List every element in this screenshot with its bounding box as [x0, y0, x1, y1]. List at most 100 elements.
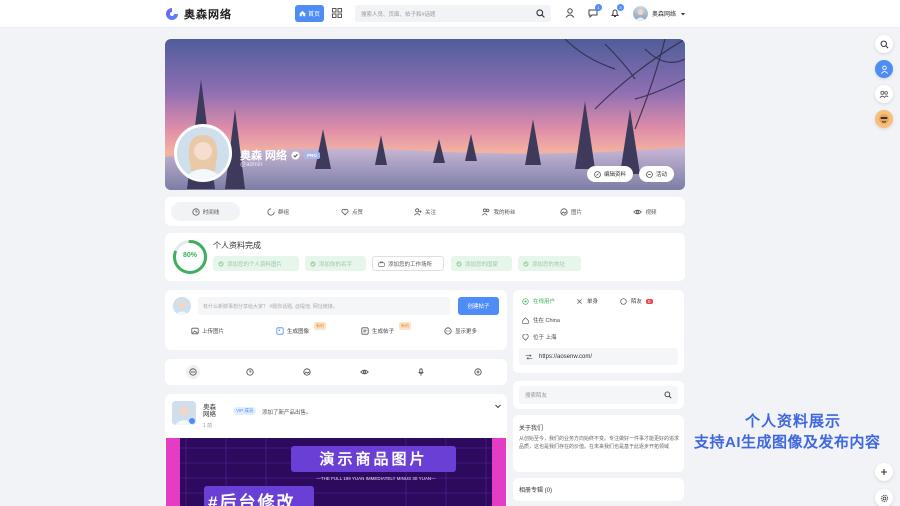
- filter-eye-icon[interactable]: [357, 365, 371, 379]
- friends-count-badge: 0: [646, 298, 653, 304]
- activity-button[interactable]: 活动: [639, 166, 675, 182]
- tab-videos[interactable]: 视频: [627, 202, 663, 221]
- logo-mark-icon: [166, 8, 178, 20]
- post-author-name[interactable]: 奥森 网络: [203, 404, 223, 418]
- tab-label: 关注: [424, 209, 436, 216]
- tab-timeline[interactable]: 时间线: [171, 202, 240, 221]
- relationship-icon: [577, 298, 582, 304]
- float-profile-icon[interactable]: [875, 60, 893, 78]
- create-post-button[interactable]: 创建帖子: [458, 297, 499, 315]
- verified-icon: [291, 150, 300, 160]
- post-action-text: 添加了新产品出售。: [262, 410, 312, 416]
- new-badge: 新的: [314, 322, 327, 330]
- completion-item-workplace[interactable]: 添加您的工作场所: [372, 256, 444, 271]
- float-emoji-icon[interactable]: [875, 110, 893, 128]
- logo-text: 奥森网络: [184, 9, 232, 21]
- tab-likes[interactable]: 点赞: [332, 202, 372, 221]
- tab-following[interactable]: 关注: [405, 202, 445, 221]
- search-input[interactable]: 搜索人员、页面、帖子和#话题: [355, 5, 551, 22]
- check-icon: [310, 260, 316, 267]
- float-settings-icon[interactable]: [875, 489, 893, 506]
- completion-item-label: 添加您的工作场所: [388, 261, 433, 268]
- avatar: [633, 6, 648, 21]
- image-icon: [560, 207, 568, 216]
- more-icon: [444, 327, 452, 335]
- profile-avatar[interactable]: [174, 124, 232, 182]
- home-button[interactable]: 首页: [295, 5, 324, 22]
- friend-search-input[interactable]: 搜索陌友: [519, 386, 678, 404]
- action-label: 显示更多: [455, 329, 478, 335]
- online-icon: [522, 297, 529, 305]
- user-menu-name: 奥森网络: [652, 12, 677, 18]
- post-author-avatar[interactable]: [172, 401, 196, 425]
- show-more-action[interactable]: 显示更多: [444, 327, 477, 335]
- search-icon[interactable]: [536, 9, 545, 18]
- search-icon[interactable]: [664, 391, 672, 399]
- friends-count[interactable]: 陌友 0: [620, 297, 653, 305]
- completion-item-photo[interactable]: 添加您的个人资料图片: [213, 256, 299, 271]
- chevron-down-icon[interactable]: [494, 402, 502, 410]
- about-title: 关于我们: [519, 426, 544, 432]
- completion-item-address[interactable]: 添加您的地址: [518, 256, 581, 271]
- feed-filter-bar: [165, 359, 507, 385]
- product-image-bottom-text: #后台修改: [208, 493, 296, 506]
- check-icon: [523, 260, 529, 267]
- filter-all-icon[interactable]: [186, 365, 200, 379]
- message-badge: 1: [595, 4, 602, 11]
- action-label: 上传图片: [202, 329, 225, 335]
- product-image-subtitle: —THE FULL 199 YUAN IMMEDIATELY MINUS 30 …: [316, 476, 436, 481]
- user-menu[interactable]: 奥森网络: [633, 6, 686, 21]
- float-search-icon[interactable]: [875, 35, 893, 53]
- action-label: 生成图像: [287, 329, 310, 335]
- completion-item-label: 添加您的地址: [532, 261, 566, 268]
- location: 位于 上海: [522, 333, 557, 341]
- float-friends-icon[interactable]: [875, 85, 893, 103]
- image-icon: [191, 327, 199, 335]
- completion-item-country[interactable]: 添加您的国家: [451, 256, 512, 271]
- briefcase-icon: [378, 261, 385, 267]
- ai-post-icon: [361, 327, 369, 335]
- check-icon: [456, 260, 462, 267]
- upload-image-action[interactable]: 上传图片: [191, 327, 224, 335]
- check-icon: [218, 260, 224, 267]
- profile-name-text: 奥森 网络: [240, 150, 288, 162]
- activity-label: 活动: [656, 172, 668, 178]
- filter-mic-icon[interactable]: [414, 365, 428, 379]
- completion-item-name[interactable]: 添加你的名字: [305, 256, 366, 271]
- float-plus-icon[interactable]: [875, 463, 893, 481]
- home-icon: [522, 316, 529, 324]
- tab-followers[interactable]: 我的粉丝: [476, 202, 522, 221]
- filter-plus-icon[interactable]: [471, 365, 485, 379]
- apps-grid-icon[interactable]: [330, 6, 344, 20]
- completion-item-label: 添加您的个人资料图片: [227, 261, 283, 268]
- website-link[interactable]: https://aosenw.com/: [519, 348, 678, 365]
- edit-icon: [594, 170, 601, 178]
- user-icon[interactable]: [564, 7, 576, 19]
- tab-groups[interactable]: 群组: [258, 202, 298, 221]
- home-label: 首页: [307, 12, 320, 18]
- tab-label: 时间线: [202, 209, 220, 216]
- message-icon[interactable]: 1: [587, 4, 602, 19]
- bell-icon[interactable]: 3: [609, 4, 624, 19]
- tab-label: 群组: [277, 209, 289, 216]
- generate-image-action[interactable]: 生成图像 新的: [276, 322, 327, 335]
- post-product-image[interactable]: 演示商品图片 —THE FULL 199 YUAN IMMEDIATELY MI…: [166, 438, 506, 506]
- filter-clock-icon[interactable]: [243, 365, 257, 379]
- activity-icon: [646, 170, 653, 178]
- album-title[interactable]: 相册专辑 (0): [519, 485, 552, 494]
- promo-caption-line2: 支持AI生成图像及发布内容: [694, 434, 881, 451]
- vip-badge: VIP 成员: [233, 407, 257, 415]
- post-input[interactable]: 有什么新鲜事想分享给大家？ #题你话题, @提他, 网址链接。: [198, 297, 450, 315]
- new-badge: 新的: [399, 322, 412, 330]
- completion-percent: 80%: [182, 252, 197, 259]
- post-time: 1 前: [203, 423, 213, 429]
- filter-image-icon[interactable]: [300, 365, 314, 379]
- generate-post-action[interactable]: 生成帖子 新的: [361, 322, 412, 335]
- tab-photos[interactable]: 图片: [553, 202, 589, 221]
- completion-title: 个人资料完成: [213, 241, 261, 250]
- site-logo[interactable]: 奥森网络: [165, 6, 232, 22]
- ai-image-icon: [276, 327, 284, 335]
- edit-profile-button[interactable]: 编辑资料: [587, 166, 634, 182]
- tab-label: 图片: [570, 209, 582, 216]
- search-placeholder: 搜索人员、页面、帖子和#话题: [361, 11, 436, 18]
